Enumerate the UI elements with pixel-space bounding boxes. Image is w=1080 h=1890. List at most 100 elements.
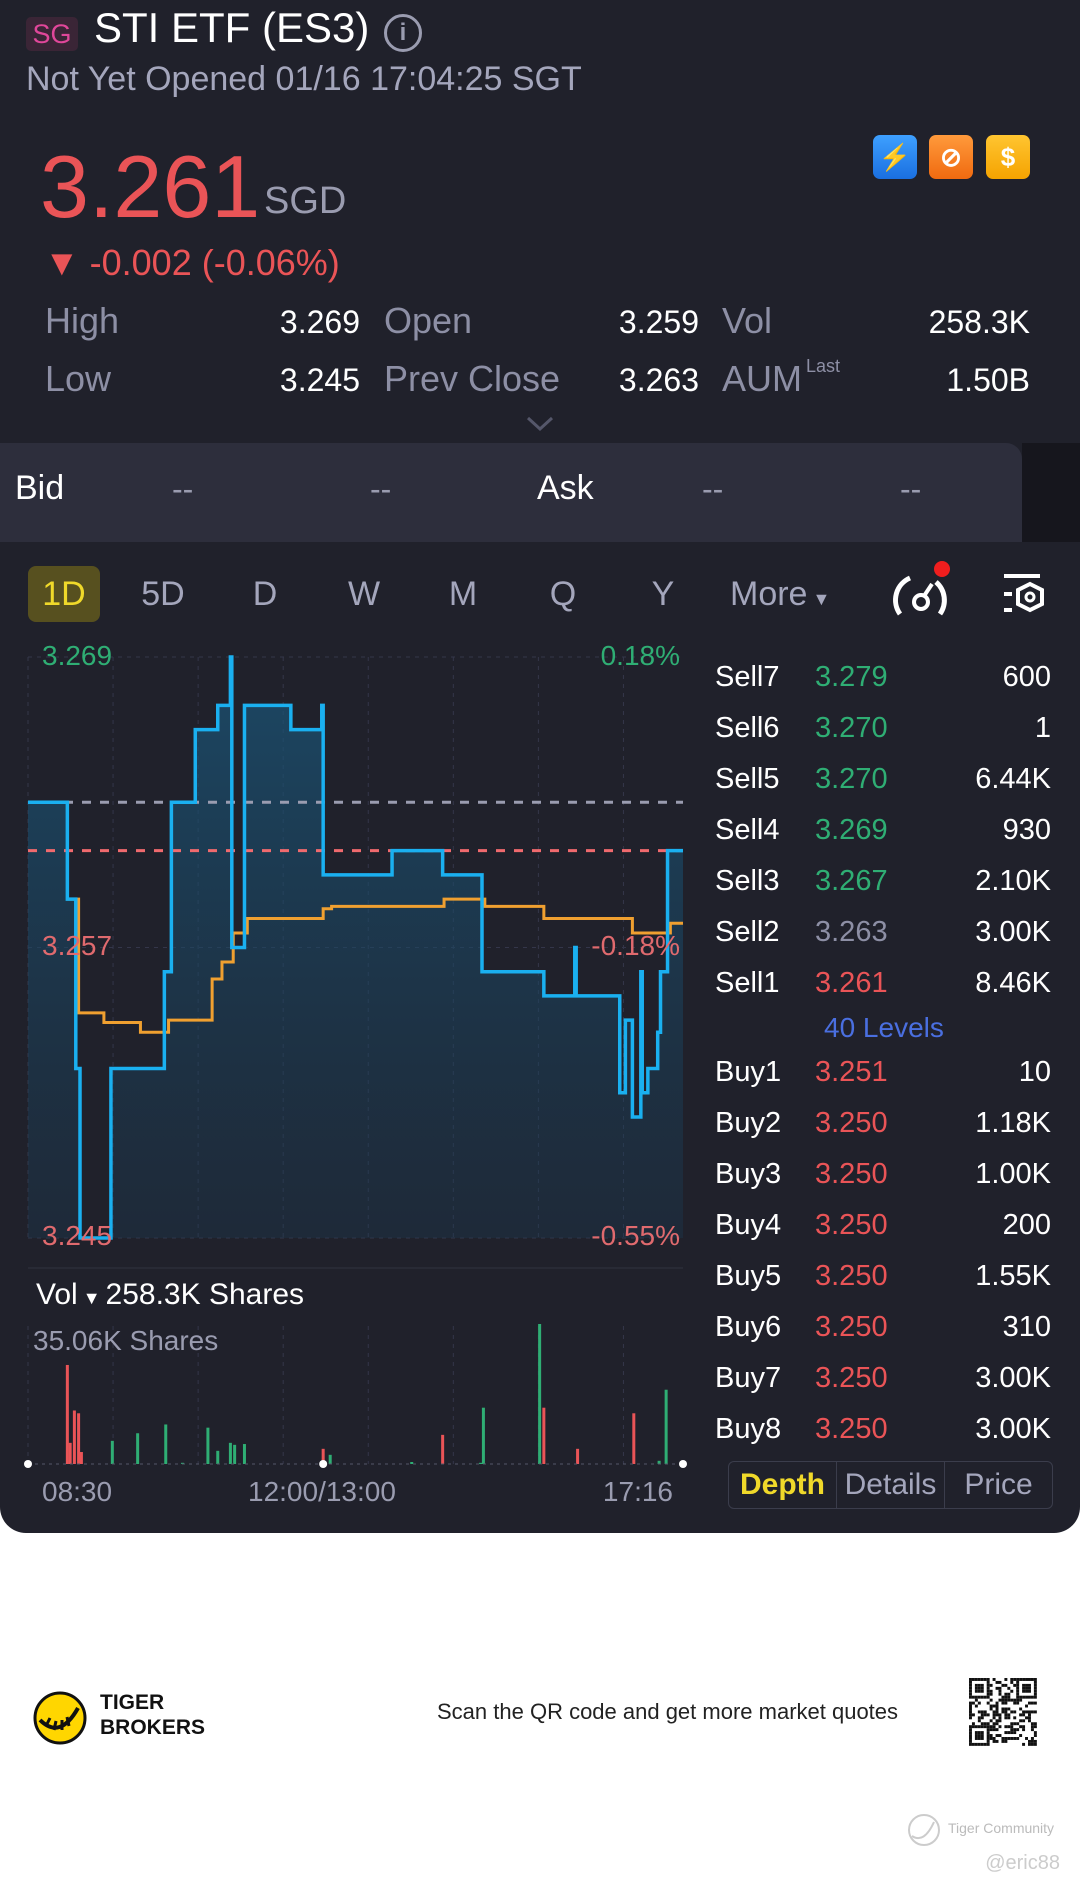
chevron-down-icon[interactable]: [526, 416, 554, 432]
orderbook-row[interactable]: Buy7 3.250 3.00K: [0, 1362, 1080, 1398]
tab-w[interactable]: W: [324, 566, 404, 622]
level-price: 3.250: [815, 1209, 888, 1241]
orderbook-row[interactable]: Sell3 3.267 2.10K: [0, 865, 1080, 901]
level-label: Buy6: [715, 1311, 782, 1343]
level-qty: 200: [1002, 1209, 1051, 1241]
level-qty: 6.44K: [975, 763, 1051, 795]
orderbook-row[interactable]: Sell5 3.270 6.44K: [0, 763, 1080, 799]
watermark: Tiger Community: [948, 1820, 1055, 1836]
level-label: Sell3: [715, 865, 780, 897]
level-price: 3.250: [815, 1158, 888, 1190]
level-price: 3.270: [815, 763, 888, 795]
orderbook-row[interactable]: Sell1 3.261 8.46K: [0, 967, 1080, 1003]
level-price: 3.261: [815, 967, 888, 999]
username: @eric88: [985, 1852, 1060, 1874]
stat-label: AUM: [722, 358, 802, 399]
dollar-icon[interactable]: $: [986, 135, 1030, 179]
level-price: 3.269: [815, 814, 888, 846]
level-qty: 2.10K: [975, 865, 1051, 897]
market-status: Not Yet Opened 01/16 17:04:25 SGT: [26, 60, 582, 98]
tab-more[interactable]: More ▼: [730, 566, 830, 627]
tab-m[interactable]: M: [423, 566, 503, 622]
bid-label: Bid: [15, 469, 65, 507]
orderbook-row[interactable]: Buy1 3.251 10: [0, 1056, 1080, 1092]
brand-line-2: BROKERS: [100, 1716, 206, 1739]
level-qty: 3.00K: [975, 1362, 1051, 1394]
orderbook-row[interactable]: Buy8 3.250 3.00K: [0, 1413, 1080, 1449]
level-qty: 1.00K: [975, 1158, 1051, 1190]
orderbook-row[interactable]: Buy2 3.250 1.18K: [0, 1107, 1080, 1143]
market-badge: SG: [26, 17, 78, 51]
level-qty: 1: [1034, 712, 1051, 744]
orderbook-row[interactable]: Buy5 3.250 1.55K: [0, 1260, 1080, 1296]
level-price: 3.263: [815, 916, 888, 948]
level-label: Sell2: [715, 916, 780, 948]
level-price: 3.267: [815, 865, 888, 897]
level-qty: 10: [1018, 1056, 1051, 1088]
stat-label: High: [45, 300, 120, 341]
stat-value: 1.50B: [946, 362, 1030, 398]
tab-5d[interactable]: 5D: [123, 566, 203, 622]
level-label: Sell1: [715, 967, 780, 999]
stat-label: Open: [384, 300, 473, 341]
orderbook-row[interactable]: Sell4 3.269 930: [0, 814, 1080, 850]
speedometer-icon[interactable]: [888, 560, 952, 620]
levels-link[interactable]: 40 Levels: [824, 1012, 944, 1044]
level-price: 3.251: [815, 1056, 888, 1088]
level-price: 3.270: [815, 712, 888, 744]
caret-down-icon: ▼: [807, 589, 831, 609]
level2-lightning-icon[interactable]: ⚡: [873, 135, 917, 179]
orderbook-row[interactable]: Sell2 3.263 3.00K: [0, 916, 1080, 952]
level-label: Buy8: [715, 1413, 782, 1445]
x-label-start: 08:30: [42, 1476, 113, 1507]
last-price: 3.261: [40, 137, 261, 236]
volume-bar: [479, 1462, 483, 1464]
stat-value: 3.269: [279, 304, 360, 340]
tab-q[interactable]: Q: [523, 566, 603, 622]
tab-y[interactable]: Y: [623, 566, 703, 622]
brand-name: TIGER BROKERS: [100, 1690, 205, 1740]
level-label: Sell4: [715, 814, 780, 846]
level-price: 3.250: [815, 1260, 888, 1292]
session-marker: [679, 1460, 687, 1468]
x-label-mid: 12:00/13:00: [248, 1476, 396, 1507]
info-icon[interactable]: i: [384, 14, 422, 52]
orderbook-row[interactable]: Sell7 3.279 600: [0, 661, 1080, 697]
qr-cta: Scan the QR code and get more market quo…: [437, 1699, 899, 1724]
quote-panel: SG STI ETF (ES3) i Not Yet Opened 01/16 …: [0, 0, 1080, 1533]
level-qty: 1.55K: [975, 1260, 1051, 1292]
volume-bar: [216, 1450, 220, 1464]
level-qty: 1.18K: [975, 1107, 1051, 1139]
tab-1d[interactable]: 1D: [28, 566, 100, 622]
orderbook-row[interactable]: Buy4 3.250 200: [0, 1209, 1080, 1245]
level-price: 3.250: [815, 1311, 888, 1343]
level-label: Buy3: [715, 1158, 782, 1190]
chart-settings-icon[interactable]: [1000, 572, 1048, 616]
ask-size: --: [900, 471, 922, 507]
level-qty: 310: [1002, 1311, 1051, 1343]
tab-depth[interactable]: Depth: [729, 1462, 837, 1508]
tab-d[interactable]: D: [225, 566, 305, 622]
stat-value: 3.259: [618, 304, 699, 340]
level-label: Buy1: [715, 1056, 782, 1088]
level-price: 3.250: [815, 1107, 888, 1139]
volume-bar: [79, 1452, 83, 1464]
x-label-end: 17:16: [602, 1476, 673, 1507]
orderbook-row[interactable]: Buy3 3.250 1.00K: [0, 1158, 1080, 1194]
page-title: STI ETF (ES3): [94, 4, 370, 51]
level-price: 3.250: [815, 1413, 888, 1445]
stat-label: Low: [45, 358, 112, 399]
tab-price[interactable]: Price: [945, 1462, 1052, 1508]
stat-value: 258.3K: [928, 304, 1030, 340]
orderbook-row[interactable]: Buy6 3.250 310: [0, 1311, 1080, 1347]
volume-bar: [576, 1448, 580, 1464]
ask-label: Ask: [537, 469, 594, 507]
volume-bar: [410, 1462, 414, 1464]
ask-price: --: [702, 471, 724, 507]
side-strip: [1022, 443, 1080, 542]
tab-details[interactable]: Details: [837, 1462, 945, 1508]
options-icon[interactable]: ⊘: [929, 135, 973, 179]
bid-size: --: [370, 471, 392, 507]
orderbook-row[interactable]: Sell6 3.270 1: [0, 712, 1080, 748]
orderbook-tabs: Depth Details Price: [728, 1461, 1053, 1509]
